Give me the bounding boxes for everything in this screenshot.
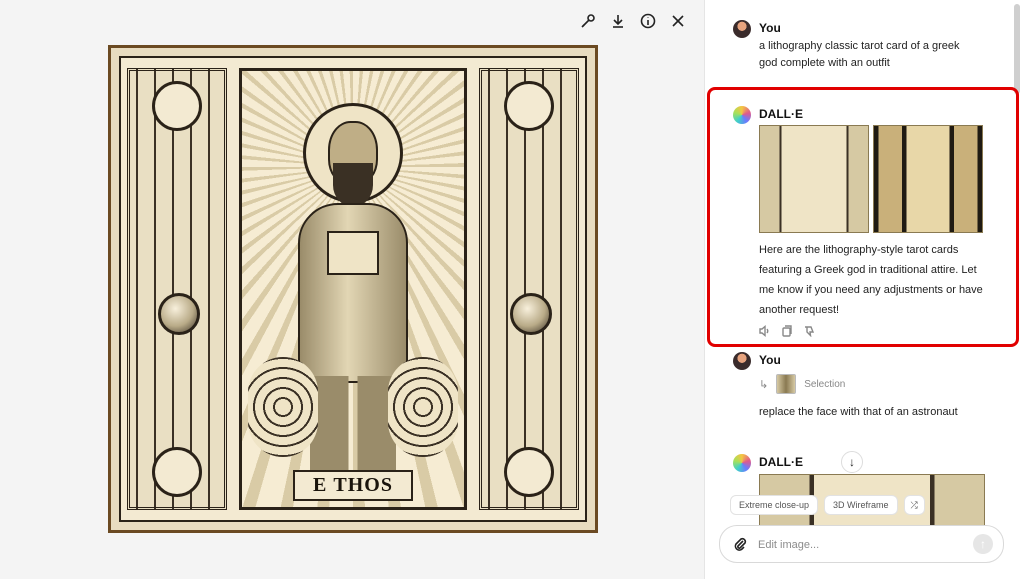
left-pillar [127,68,227,510]
selection-reference[interactable]: ↳ Selection [759,374,845,394]
selection-label: Selection [804,378,846,390]
composer: ↑ [719,525,1004,563]
orb-left [158,293,200,335]
tarot-card-inner: Ε THOS [119,56,587,522]
top-medallion-right [504,81,554,131]
avatar [733,352,751,370]
bottom-medallion-right [504,447,554,497]
tarot-card-image: Ε THOS [108,45,598,533]
shuffle-icon[interactable]: ⤮ [903,495,925,515]
image-viewer: Ε THOS [0,0,704,579]
arrow-down-icon: ↓ [849,455,855,469]
avatar [733,454,751,472]
orb-right [510,293,552,335]
clouds-left [248,357,318,457]
top-medallion-left [152,81,202,131]
highlight-box [707,87,1019,347]
center-panel: Ε THOS [239,68,467,510]
card-title: Ε THOS [293,470,413,501]
message-text: replace the face with that of an astrona… [759,406,958,418]
right-pillar [479,68,579,510]
message-author: DALL·E [759,455,803,469]
figure-beard [333,163,373,207]
avatar [733,20,751,38]
chip-extreme-close-up[interactable]: Extreme close-up [730,495,819,515]
clouds-right [388,357,458,457]
download-icon[interactable] [610,12,626,30]
arrow-up-icon: ↑ [980,537,986,551]
bottom-medallion-left [152,447,202,497]
scrollbar-thumb[interactable] [1014,4,1020,94]
figure-spacesuit [298,203,408,383]
send-button[interactable]: ↑ [973,534,993,554]
reply-arrow-icon: ↳ [759,378,769,391]
close-icon[interactable] [670,12,686,30]
suggestion-chips: Extreme close-up 3D Wireframe ⤮ [730,495,925,515]
viewer-toolbar [580,12,686,30]
edit-image-input[interactable] [758,535,958,555]
scroll-down-button[interactable]: ↓ [841,451,863,473]
message-text: a lithography classic tarot card of a gr… [759,40,960,69]
chip-3d-wireframe[interactable]: 3D Wireframe [824,495,898,515]
chest-panel [327,231,379,275]
message-author: You [759,353,781,367]
message-author: You [759,21,781,35]
info-icon[interactable] [640,12,656,30]
selection-thumbnail[interactable] [776,374,797,394]
paperclip-icon[interactable] [732,536,748,552]
edit-brush-icon[interactable] [580,12,596,30]
